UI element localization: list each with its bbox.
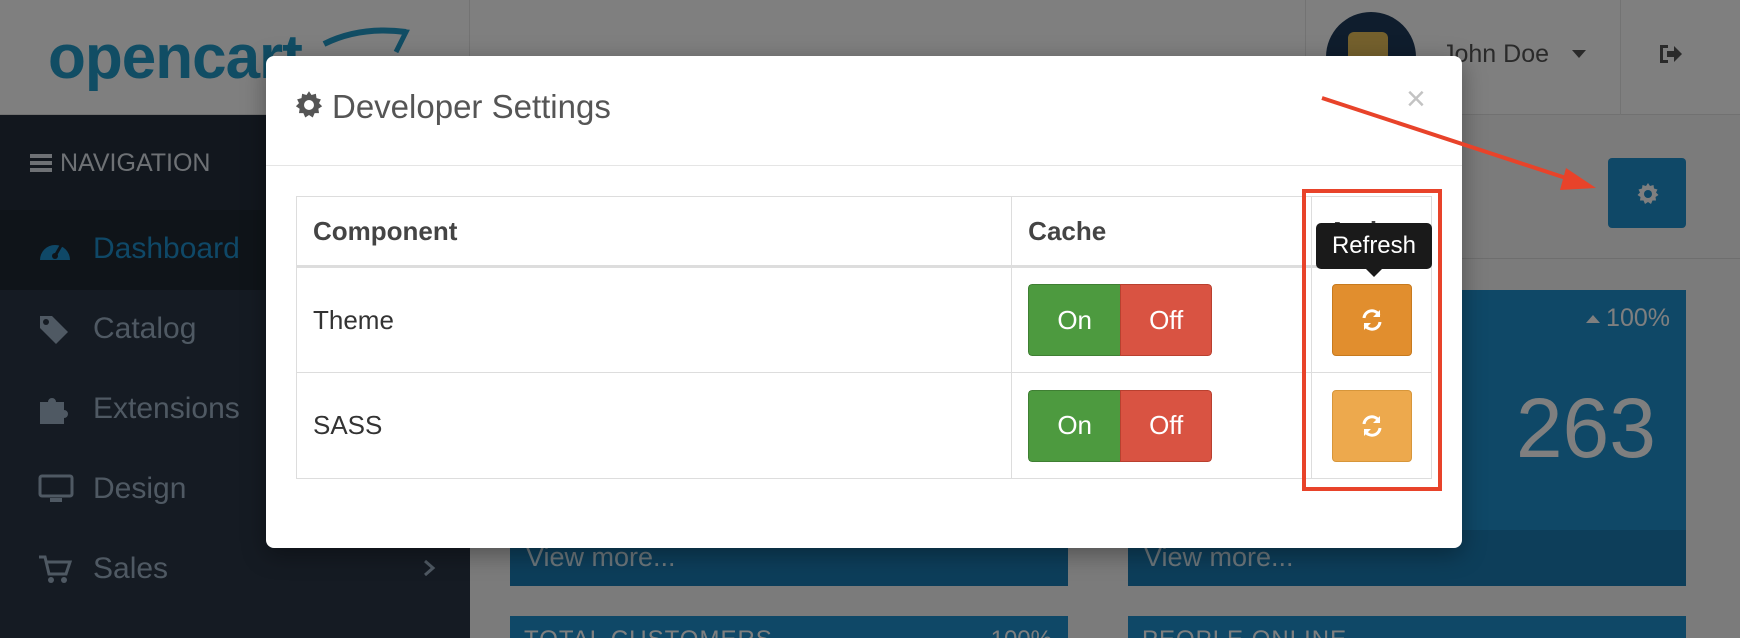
annotation-highlight-box [1302, 189, 1442, 491]
developer-settings-modal: Developer Settings × Component Cache Act… [266, 56, 1462, 548]
cache-off-button[interactable]: Off [1120, 284, 1213, 356]
close-button[interactable]: × [1406, 82, 1426, 116]
table-row: SASS On Off [295, 372, 1432, 479]
modal-title-text: Developer Settings [332, 88, 611, 125]
table-header-row: Component Cache Action [295, 196, 1432, 268]
cache-toggle: On Off [1028, 389, 1213, 462]
cache-off-button[interactable]: Off [1120, 389, 1213, 462]
developer-settings-table: Component Cache Action Theme On Off [295, 196, 1432, 479]
modal-header: Developer Settings × [266, 56, 1462, 166]
cache-cell: On Off [1011, 372, 1313, 479]
modal-title: Developer Settings [294, 88, 611, 126]
cache-on-button[interactable]: On [1028, 284, 1121, 356]
table-row: Theme On Off [295, 266, 1432, 373]
cache-cell: On Off [1011, 266, 1313, 373]
column-header-cache: Cache [1011, 196, 1313, 268]
component-cell: Theme [295, 266, 1013, 373]
cache-on-button[interactable]: On [1028, 389, 1121, 462]
gear-icon [295, 91, 323, 118]
cache-toggle: On Off [1028, 284, 1213, 356]
column-header-component: Component [295, 196, 1013, 268]
component-cell: SASS [295, 372, 1013, 479]
